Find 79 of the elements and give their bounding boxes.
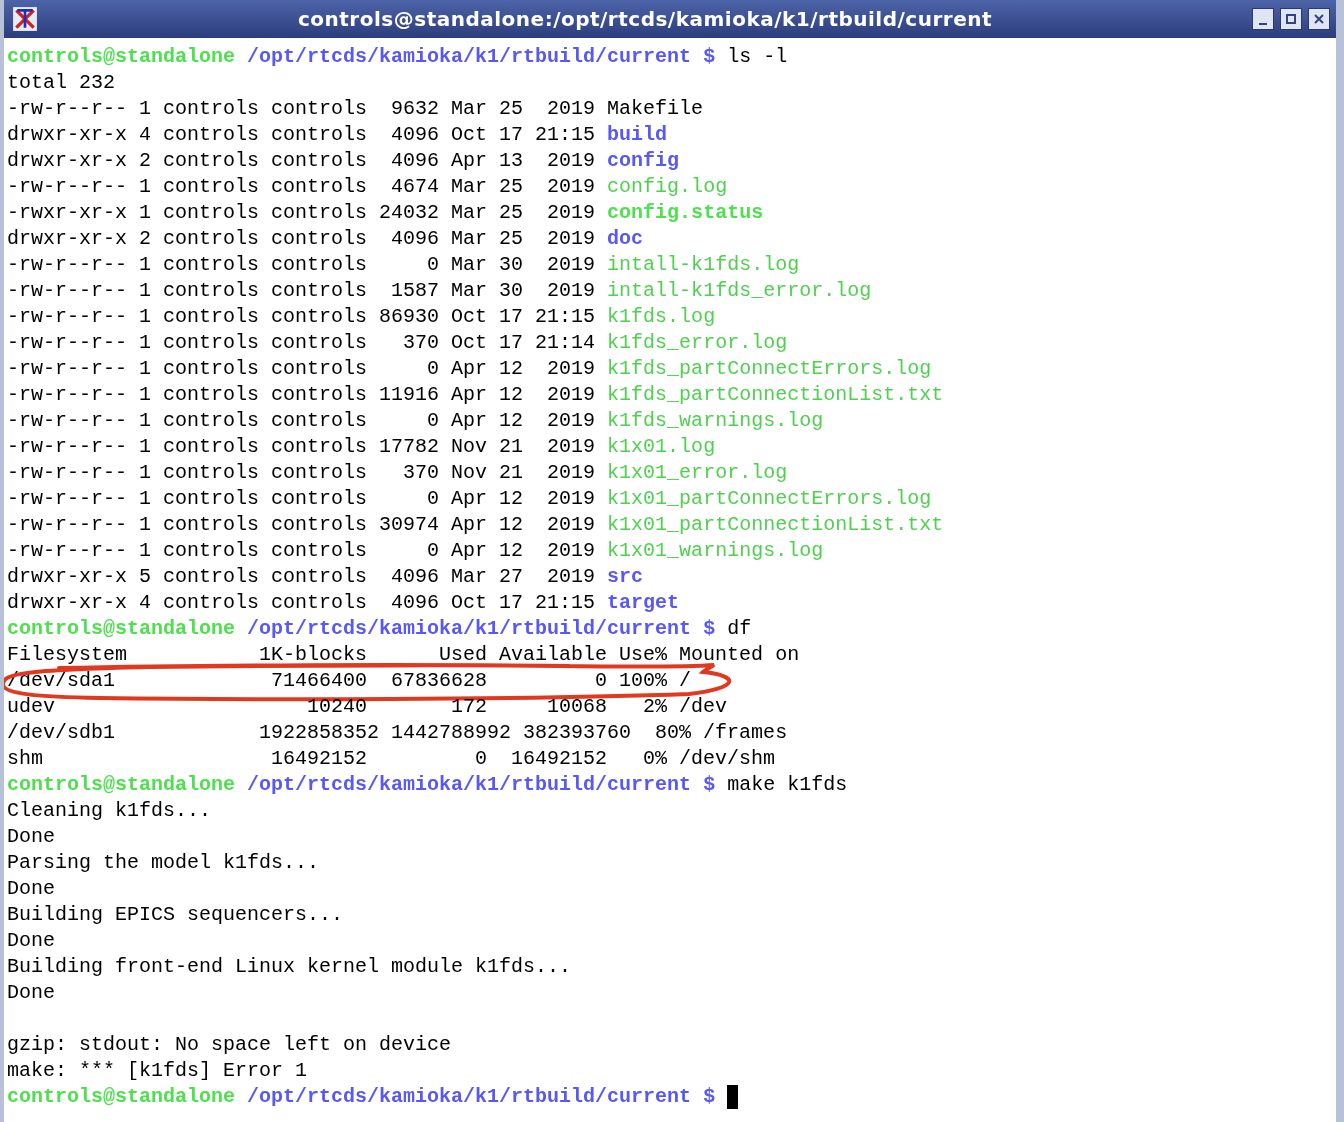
prompt-path: /opt/rtcds/kamioka/k1/rtbuild/current [247,1084,692,1110]
maximize-icon [1286,14,1296,24]
file-details: drwxr-xr-x 4 controls controls 4096 Oct 17 21:15 [7,590,596,616]
file-details: -rw-r--r-- 1 controls controls 86930 Oct 17 21:15 [7,304,596,330]
output-line: total 232 [7,70,116,96]
prompt-user: controls@standalone [7,1084,236,1110]
file-details: -rw-r--r-- 1 controls controls 30974 Apr 12 2019 [7,512,596,538]
output-line: /dev/sdb1 1922858352 1442788992 382393760 80% /frames [7,720,788,746]
file-details: -rw-r--r-- 1 controls controls 1587 Mar 30 2019 [7,278,596,304]
output-line: gzip: stdout: No space left on device [7,1032,452,1058]
output-line: Filesystem 1K-blocks Used Available Use% Mounted on [7,642,800,668]
file-name: k1fds_error.log [607,330,788,356]
close-button[interactable] [1308,8,1330,30]
command-text: ls -l [727,44,788,70]
file-name: k1x01_partConnectionList.txt [607,512,944,538]
file-details: -rw-r--r-- 1 controls controls 0 Apr 12 2019 [7,408,596,434]
prompt-symbol: $ [703,1084,716,1110]
file-name: k1x01_partConnectErrors.log [607,486,932,512]
file-details: -rw-r--r-- 1 controls controls 370 Oct 17 21:14 [7,330,596,356]
prompt-path: /opt/rtcds/kamioka/k1/rtbuild/current [247,772,692,798]
output-line: Done [7,876,55,902]
directory-name: target [607,590,680,616]
file-name: k1x01_error.log [607,460,788,486]
file-name: k1x01.log [607,434,716,460]
file-name: intall-k1fds.log [607,252,800,278]
output-line: Building EPICS sequencers... [7,902,344,928]
file-name: k1x01_warnings.log [607,538,824,564]
file-details: -rw-r--r-- 1 controls controls 0 Mar 30 2019 [7,252,596,278]
output-line: make: *** [k1fds] Error 1 [7,1058,308,1084]
prompt-user: controls@standalone [7,44,236,70]
prompt-symbol: $ [703,44,716,70]
app-icon [12,6,38,32]
file-details: -rw-r--r-- 1 controls controls 0 Apr 12 2019 [7,356,596,382]
output-line: Cleaning k1fds... [7,798,212,824]
file-name: config.log [607,174,728,200]
output-line: Building front-end Linux kernel module k1fds... [7,954,572,980]
directory-name: doc [607,226,644,252]
window-title: controls@standalone:/opt/rtcds/kamioka/k1/rtbuild/current [296,7,993,31]
file-details: -rw-r--r-- 1 controls controls 4674 Mar 25 2019 [7,174,596,200]
directory-name: build [607,122,668,148]
file-details: -rw-r--r-- 1 controls controls 11916 Apr 12 2019 [7,382,596,408]
file-details: -rw-r--r-- 1 controls controls 17782 Nov 21 2019 [7,434,596,460]
command-text: make k1fds [727,772,848,798]
executable-name: config.status [607,200,764,226]
minimize-icon [1259,23,1267,25]
file-details: drwxr-xr-x 5 controls controls 4096 Mar 27 2019 [7,564,596,590]
file-name: k1fds_partConnectionList.txt [607,382,944,408]
file-name: k1fds_partConnectErrors.log [607,356,932,382]
directory-name: src [607,564,644,590]
file-details: -rw-r--r-- 1 controls controls 370 Nov 21 2019 [7,460,596,486]
maximize-button[interactable] [1280,8,1302,30]
close-icon [1314,14,1324,24]
output-line: Done [7,824,55,850]
output-line: Done [7,928,55,954]
file-name: Makefile [607,96,704,122]
file-name: intall-k1fds_error.log [607,278,872,304]
directory-name: config [607,148,680,174]
file-name: k1fds.log [607,304,716,330]
output-line: /dev/sda1 71466400 67836628 0 100% / [7,668,692,694]
prompt-path: /opt/rtcds/kamioka/k1/rtbuild/current [247,616,692,642]
file-details: -rwxr-xr-x 1 controls controls 24032 Mar 25 2019 [7,200,596,226]
output-line: Done [7,980,55,1006]
command-text: df [727,616,752,642]
minimize-button[interactable] [1252,8,1274,30]
file-details: drwxr-xr-x 2 controls controls 4096 Mar 25 2019 [7,226,596,252]
prompt-path: /opt/rtcds/kamioka/k1/rtbuild/current [247,44,692,70]
file-details: drwxr-xr-x 2 controls controls 4096 Apr 13 2019 [7,148,596,174]
output-line: shm 16492152 0 16492152 0% /dev/shm [7,746,776,772]
file-name: k1fds_warnings.log [607,408,824,434]
output-line: udev 10240 172 10068 2% /dev [7,694,728,720]
prompt-user: controls@standalone [7,616,236,642]
file-details: -rw-r--r-- 1 controls controls 0 Apr 12 2019 [7,486,596,512]
file-details: -rw-r--r-- 1 controls controls 9632 Mar 25 2019 [7,96,596,122]
prompt-user: controls@standalone [7,772,236,798]
output-line: Parsing the model k1fds... [7,850,320,876]
prompt-symbol: $ [703,772,716,798]
file-details: drwxr-xr-x 4 controls controls 4096 Oct 17 21:15 [7,122,596,148]
prompt-symbol: $ [703,616,716,642]
file-details: -rw-r--r-- 1 controls controls 0 Apr 12 2019 [7,538,596,564]
